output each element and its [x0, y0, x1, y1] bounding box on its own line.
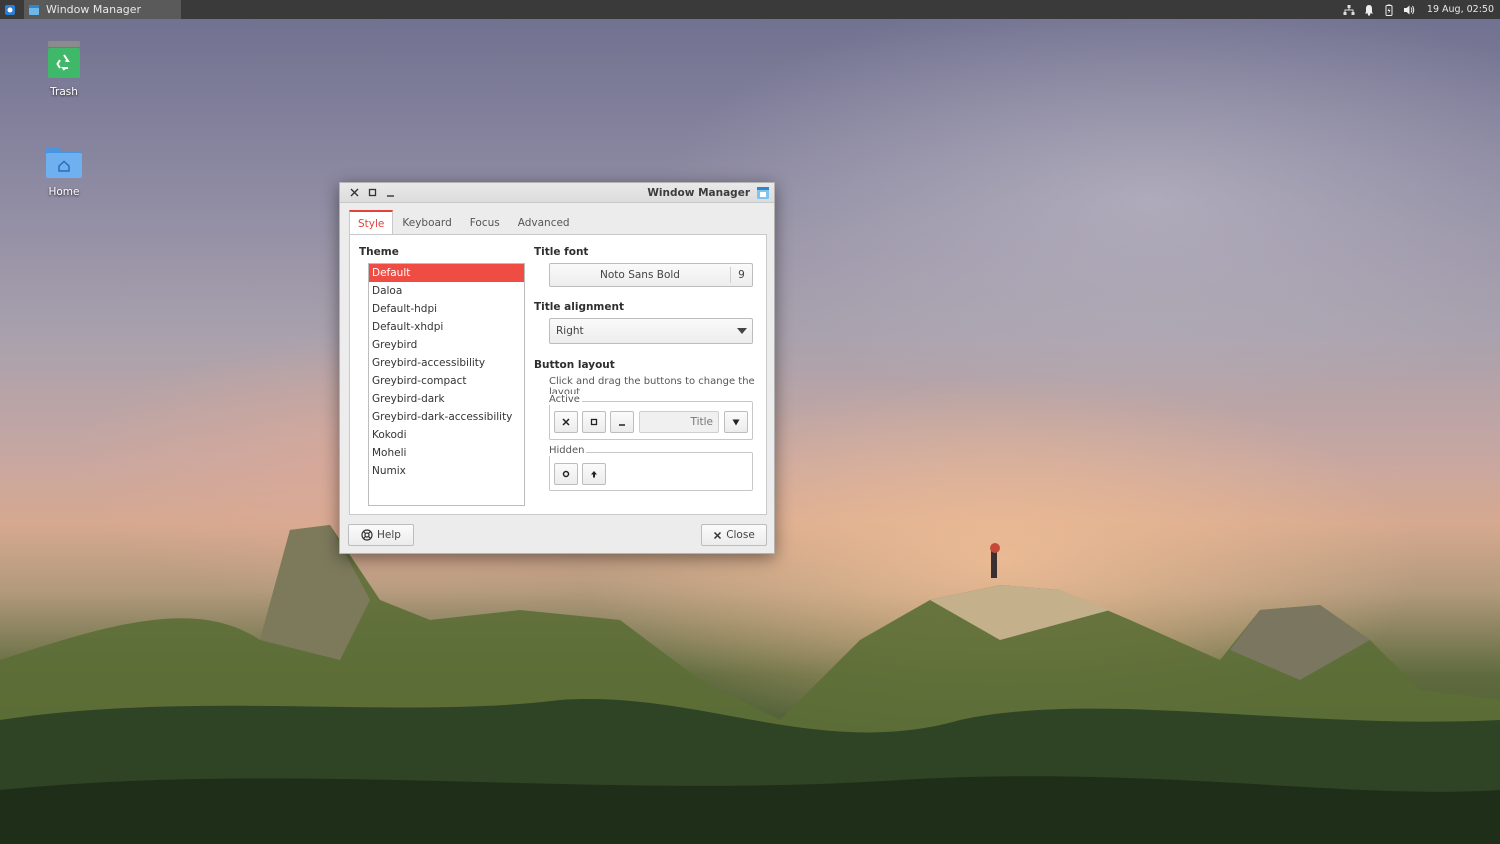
theme-label: Theme	[359, 246, 399, 258]
maximize-icon	[368, 188, 376, 197]
applications-menu-button[interactable]	[0, 0, 19, 19]
theme-item[interactable]: Greybird-dark	[369, 390, 524, 408]
tab-keyboard[interactable]: Keyboard	[393, 210, 460, 235]
desktop-icon-label: Trash	[50, 86, 78, 98]
theme-item[interactable]: Default-xhdpi	[369, 318, 524, 336]
close-icon	[562, 418, 570, 426]
window-minimize-button[interactable]	[382, 185, 398, 201]
title-font-name: Noto Sans Bold	[600, 269, 680, 281]
volume-icon[interactable]	[1403, 4, 1415, 16]
title-font-button[interactable]: Noto Sans Bold 9	[549, 263, 753, 287]
help-button-label: Help	[377, 529, 401, 541]
system-tray: 19 Aug, 02:50	[1343, 0, 1500, 19]
layout-shade-button[interactable]	[582, 463, 606, 485]
theme-item[interactable]: Greybird-compact	[369, 372, 524, 390]
layout-maximize-button[interactable]	[582, 411, 606, 433]
window-maximize-button[interactable]	[364, 185, 380, 201]
chevron-down-icon	[732, 328, 752, 334]
window-manager-dialog: Window Manager Style Keyboard Focus Adva…	[339, 182, 775, 554]
help-icon	[361, 529, 373, 541]
button-layout-label: Button layout	[534, 359, 615, 371]
title-alignment-combo[interactable]: Right	[549, 318, 753, 344]
tab-advanced[interactable]: Advanced	[509, 210, 579, 235]
title-font-size: 9	[730, 267, 752, 283]
tab-style[interactable]: Style	[349, 210, 394, 235]
hidden-frame-label: Hidden	[549, 445, 587, 456]
style-page: Theme Default Daloa Default-hdpi Default…	[349, 234, 767, 515]
title-alignment-label: Title alignment	[534, 301, 624, 313]
title-font-label: Title font	[534, 246, 589, 258]
hidden-buttons-frame[interactable]	[549, 452, 753, 491]
help-button[interactable]: Help	[348, 524, 414, 546]
theme-item[interactable]: Numix	[369, 462, 524, 480]
layout-stick-button[interactable]	[554, 463, 578, 485]
settings-notebook: Style Keyboard Focus Advanced Theme Defa…	[349, 210, 767, 516]
layout-title-slot[interactable]: Title	[639, 411, 719, 433]
window-close-button[interactable]	[346, 185, 362, 201]
desktop-icon-trash[interactable]: Trash	[28, 40, 100, 98]
theme-item[interactable]: Moheli	[369, 444, 524, 462]
title-alignment-value: Right	[556, 325, 584, 337]
maximize-icon	[590, 418, 598, 426]
close-icon	[714, 531, 722, 539]
theme-item[interactable]: Default	[369, 264, 524, 282]
layout-minimize-button[interactable]	[610, 411, 634, 433]
window-title: Window Manager	[647, 186, 750, 199]
trash-icon	[48, 41, 80, 78]
close-button[interactable]: Close	[701, 524, 767, 546]
notification-bell-icon[interactable]	[1363, 4, 1375, 16]
stick-icon	[562, 470, 570, 478]
window-titlebar[interactable]: Window Manager	[340, 183, 774, 203]
window-manager-app-icon[interactable]	[756, 186, 770, 200]
layout-menu-button[interactable]	[724, 411, 748, 433]
top-panel: Window Manager 19 Aug, 02:50	[0, 0, 1500, 19]
minimize-icon	[386, 195, 394, 197]
menu-arrow-icon	[732, 419, 740, 425]
window-manager-app-icon	[29, 4, 39, 15]
panel-clock[interactable]: 19 Aug, 02:50	[1427, 4, 1494, 15]
shade-icon	[591, 471, 597, 478]
minimize-icon	[619, 424, 625, 426]
desktop-icon-label: Home	[48, 186, 80, 198]
desktop-icon-home[interactable]: Home	[28, 142, 100, 198]
close-icon	[350, 188, 358, 197]
xfce-logo-icon	[4, 4, 15, 15]
home-folder-icon	[46, 148, 82, 178]
theme-list[interactable]: Default Daloa Default-hdpi Default-xhdpi…	[368, 263, 525, 506]
theme-item[interactable]: Daloa	[369, 282, 524, 300]
theme-item[interactable]: Default-hdpi	[369, 300, 524, 318]
tab-bar: Style Keyboard Focus Advanced	[349, 210, 767, 235]
active-frame-label: Active	[549, 394, 582, 405]
tab-focus[interactable]: Focus	[461, 210, 509, 235]
theme-item[interactable]: Kokodi	[369, 426, 524, 444]
theme-item[interactable]: Greybird-accessibility	[369, 354, 524, 372]
battery-icon[interactable]	[1383, 4, 1395, 16]
theme-item[interactable]: Greybird	[369, 336, 524, 354]
close-button-label: Close	[726, 529, 755, 541]
taskbar-item-window-manager[interactable]: Window Manager	[24, 0, 181, 19]
taskbar-item-label: Window Manager	[46, 3, 142, 16]
layout-close-button[interactable]	[554, 411, 578, 433]
network-icon[interactable]	[1343, 4, 1355, 16]
theme-item[interactable]: Greybird-dark-accessibility	[369, 408, 524, 426]
